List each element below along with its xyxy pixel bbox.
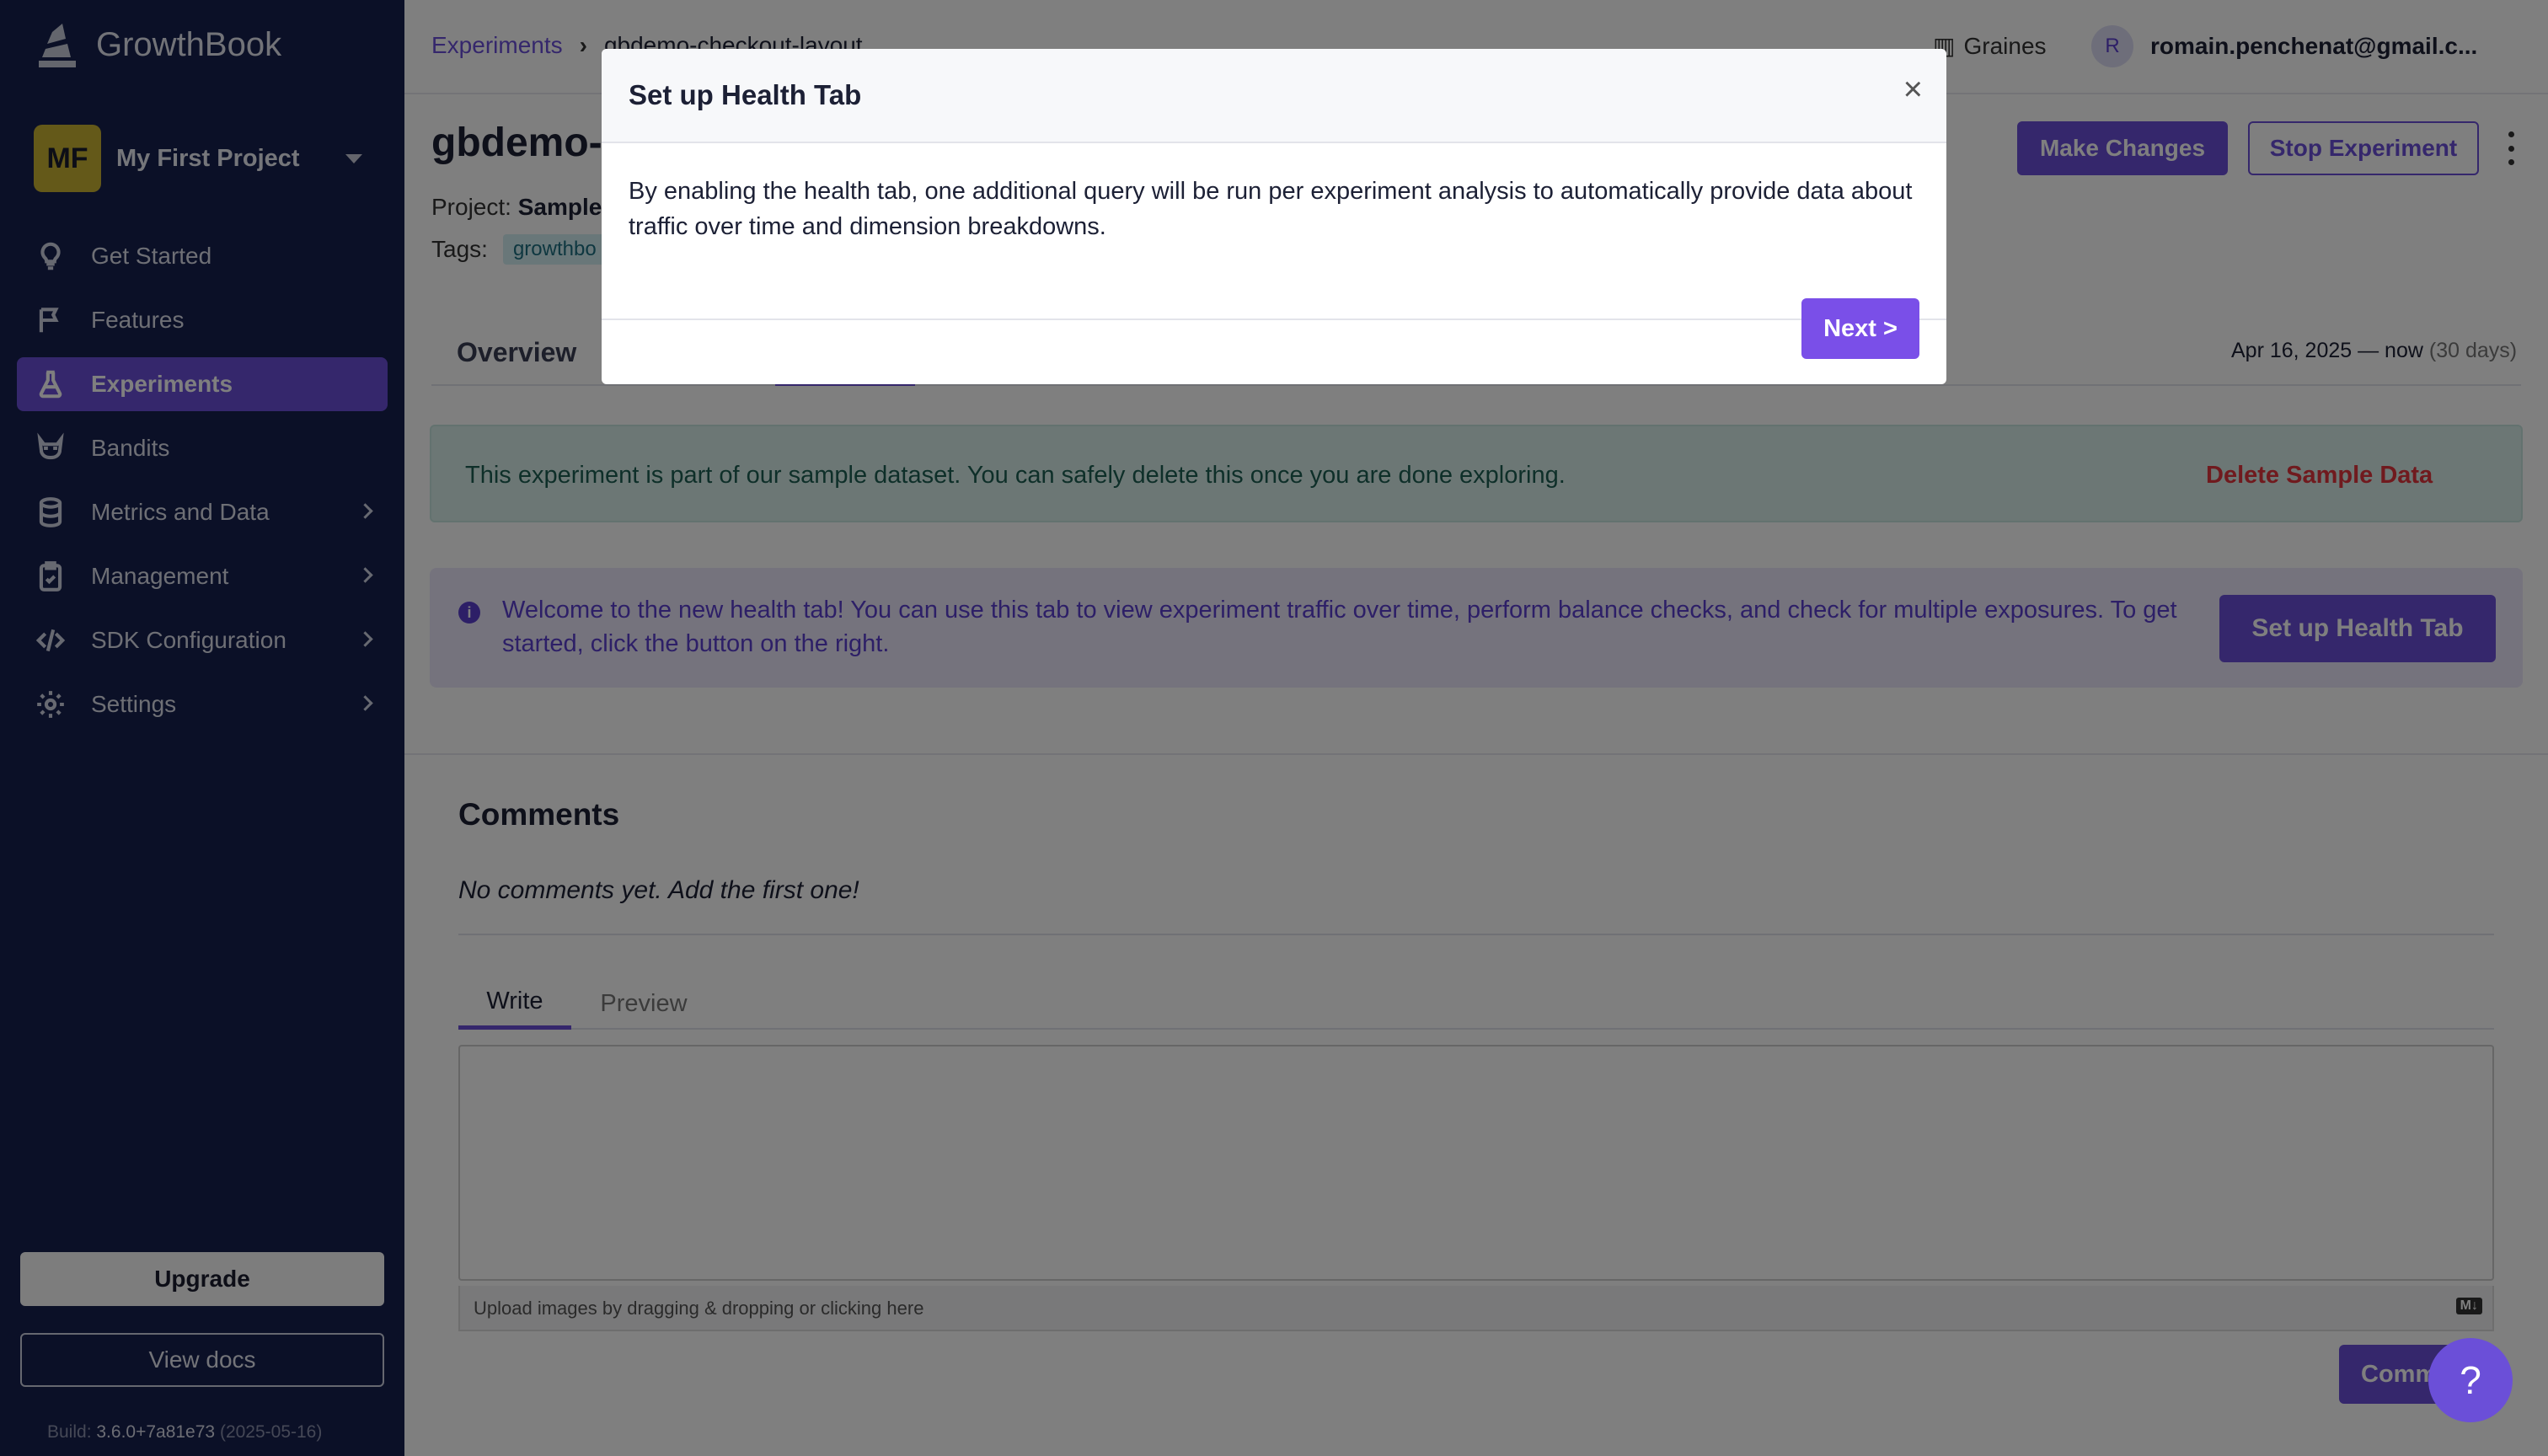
modal-body-text: By enabling the health tab, one addition…: [629, 178, 1913, 240]
modal-header: Set up Health Tab ×: [602, 49, 1946, 143]
close-icon[interactable]: ×: [1903, 72, 1923, 106]
modal-title: Set up Health Tab: [629, 79, 862, 110]
next-button[interactable]: Next >: [1801, 298, 1919, 359]
setup-health-tab-modal: Set up Health Tab × By enabling the heal…: [602, 49, 1946, 384]
modal-body: By enabling the health tab, one addition…: [602, 143, 1946, 320]
help-button[interactable]: ?: [2428, 1338, 2513, 1422]
